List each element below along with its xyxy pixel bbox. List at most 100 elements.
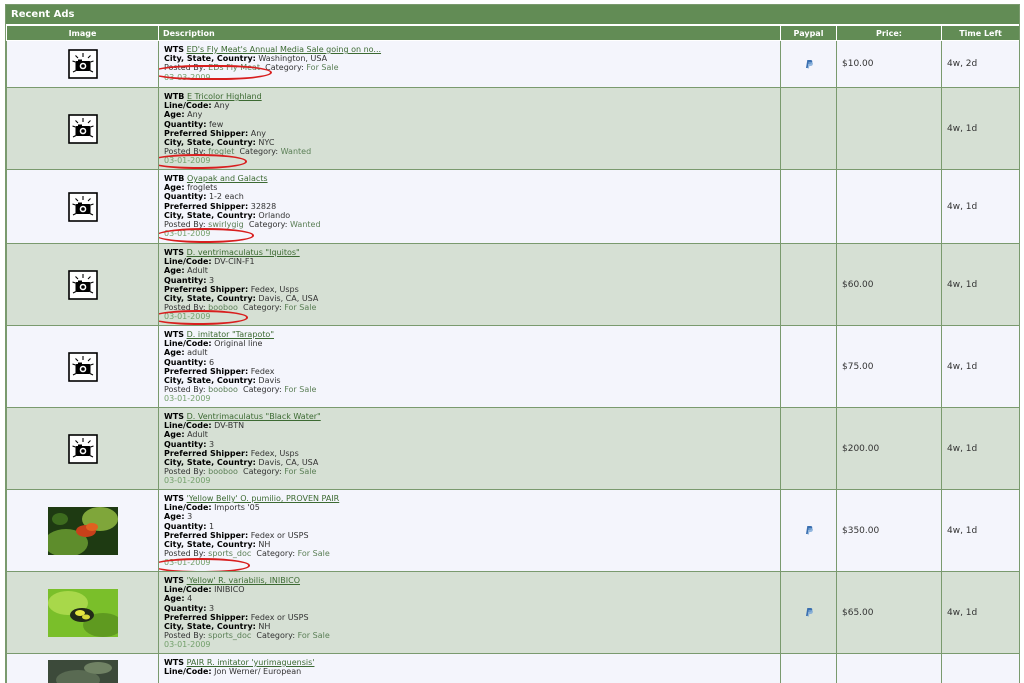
age-label: Age:: [164, 183, 185, 193]
line_code-label: Line/Code:: [164, 257, 212, 267]
table-row: WTB E Tricolor Highland Line/Code: Any Age…: [6, 87, 1019, 170]
ad-description-cell: WTS D. Ventrimaculatus "Black Water" Line…: [158, 407, 781, 490]
ad-image-cell[interactable]: [6, 325, 159, 408]
category-link[interactable]: For Sale: [298, 549, 330, 558]
camera-placeholder-icon[interactable]: [67, 191, 98, 222]
ad-title-link[interactable]: E Tricolor Highland: [187, 92, 262, 101]
panel-title: Recent Ads: [6, 5, 1019, 25]
line_code-value: Original line: [214, 339, 263, 349]
poster-link[interactable]: booboo: [208, 467, 238, 476]
location-value: Orlando: [258, 210, 291, 220]
ad-title-link[interactable]: 'Yellow' R. variabilis, INIBICO: [187, 576, 300, 585]
poster-link[interactable]: sports_doc: [208, 631, 251, 640]
ad-description-cell: WTS 'Yellow Belly' O. pumilio, PROVEN PA…: [158, 489, 781, 572]
category-label: Category:: [239, 147, 279, 157]
ad-image-cell[interactable]: [6, 489, 159, 572]
posted-by-label: Posted By:: [164, 220, 206, 230]
ad-image-cell[interactable]: [6, 407, 159, 490]
paypal-icon[interactable]: [804, 526, 814, 536]
location-value: NH: [258, 622, 271, 632]
price-cell: $350.00: [836, 489, 942, 572]
age-label: Age:: [164, 512, 185, 522]
category-link[interactable]: Wanted: [281, 147, 312, 156]
paypal-cell: [780, 169, 837, 244]
category-link[interactable]: For Sale: [284, 303, 316, 312]
recent-ads-panel: Recent Ads Image Description Paypal Pric…: [5, 4, 1020, 683]
paypal-icon[interactable]: [804, 59, 814, 69]
shipper-label: Preferred Shipper:: [164, 448, 249, 458]
price-cell: [836, 87, 942, 170]
ad-title-link[interactable]: PAIR R. imitator 'yurimaguensis': [187, 658, 315, 667]
shipper-value: Fedex: [250, 366, 275, 376]
col-description-header: Description: [158, 25, 781, 41]
location-value: NYC: [258, 138, 275, 148]
poster-link[interactable]: froglet: [208, 147, 234, 156]
poster-link[interactable]: booboo: [208, 303, 238, 312]
age-value: Any: [187, 110, 203, 120]
ad-type: WTB: [164, 174, 185, 183]
poster-link[interactable]: booboo: [208, 385, 238, 394]
quantity-label: Quantity:: [164, 521, 207, 531]
quantity-label: Quantity:: [164, 275, 207, 285]
camera-placeholder-icon[interactable]: [67, 433, 98, 464]
ad-image-cell[interactable]: [6, 243, 159, 326]
ad-image-cell[interactable]: [6, 169, 159, 244]
table-row: WTS D. ventrimaculatus "Iquitos" Line/Cod…: [6, 243, 1019, 326]
ad-title-link[interactable]: 'Yellow Belly' O. pumilio, PROVEN PAIR: [187, 494, 340, 503]
post-date: 03-01-2009: [164, 640, 211, 650]
ad-title-link[interactable]: D. imitator "Tarapoto": [187, 330, 274, 339]
location-value: Davis: [258, 376, 281, 386]
category-link[interactable]: For Sale: [298, 631, 330, 640]
shipper-value: Any: [250, 128, 267, 138]
poster-link[interactable]: swirlygig: [208, 220, 244, 229]
col-paypal-header: Paypal: [780, 25, 837, 41]
post-date: 03-01-2009: [164, 156, 211, 166]
camera-placeholder-icon[interactable]: [67, 49, 98, 79]
time-left-cell: 4w, 1d: [941, 169, 1019, 244]
camera-placeholder-icon[interactable]: [67, 351, 98, 382]
ad-image-cell[interactable]: [6, 653, 159, 683]
col-image-header: Image: [6, 25, 159, 41]
quantity-value: 6: [208, 357, 215, 367]
ad-image-cell[interactable]: [6, 571, 159, 654]
ad-thumbnail-photo[interactable]: [47, 588, 118, 637]
ad-title-link[interactable]: D. ventrimaculatus "Iquitos": [187, 248, 300, 257]
posted-by-label: Posted By:: [164, 385, 206, 395]
paypal-icon[interactable]: [804, 608, 814, 618]
ad-image-cell[interactable]: [6, 87, 159, 170]
post-date: 03-01-2009: [164, 312, 211, 322]
paypal-cell: [780, 653, 837, 683]
paypal-cell: [780, 40, 837, 88]
age-label: Age:: [164, 430, 185, 440]
ad-thumbnail-photo[interactable]: [47, 506, 118, 555]
category-label: Category:: [248, 220, 288, 230]
category-link[interactable]: For Sale: [306, 63, 338, 72]
ad-type: WTS: [164, 576, 185, 585]
ad-thumbnail-photo[interactable]: [47, 659, 118, 683]
location-value: Davis, CA, USA: [258, 294, 319, 304]
time-left-cell: 4w, 1d: [941, 243, 1019, 326]
ad-title-link[interactable]: Oyapak and Galacts: [187, 174, 268, 183]
line_code-label: Line/Code:: [164, 503, 212, 513]
location-label: City, State, Country:: [164, 458, 256, 468]
ad-image-cell[interactable]: [6, 40, 159, 88]
paypal-cell: [780, 407, 837, 490]
posted-by-label: Posted By:: [164, 549, 206, 559]
paypal-cell: [780, 325, 837, 408]
price-cell: $10.00: [836, 40, 942, 88]
category-link[interactable]: For Sale: [284, 385, 316, 394]
ad-title-link[interactable]: D. Ventrimaculatus "Black Water": [187, 412, 321, 421]
posted-by-label: Posted By:: [164, 303, 206, 313]
category-link[interactable]: Wanted: [290, 220, 321, 229]
price-cell: $65.00: [836, 571, 942, 654]
poster-link[interactable]: EDs Fly Meat: [208, 63, 260, 72]
category-link[interactable]: For Sale: [284, 467, 316, 476]
camera-placeholder-icon[interactable]: [67, 269, 98, 300]
table-row: WTS D. imitator "Tarapoto" Line/Code: Ori…: [6, 325, 1019, 408]
ad-title-link[interactable]: ED's Fly Meat's Annual Media Sale going …: [187, 45, 381, 54]
poster-link[interactable]: sports_doc: [208, 549, 251, 558]
quantity-value: 3: [208, 603, 215, 613]
camera-placeholder-icon[interactable]: [67, 113, 98, 144]
line_code-label: Line/Code:: [164, 421, 212, 431]
age-value: 3: [187, 512, 193, 522]
